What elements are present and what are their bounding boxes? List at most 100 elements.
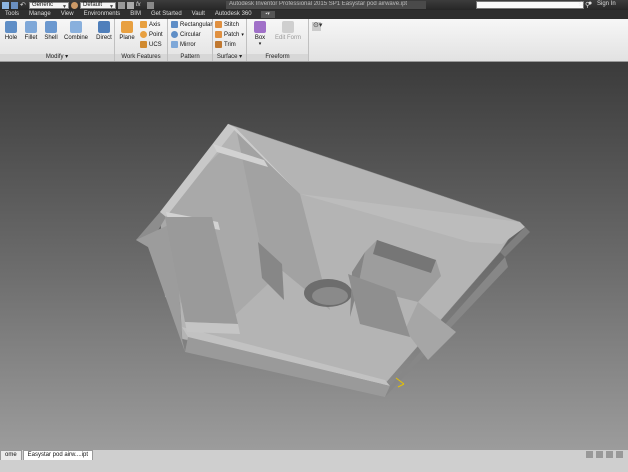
title-bar: ↶ Generic ▼ Default ▼ fx Autodesk Invent… bbox=[0, 0, 628, 10]
panel-options-icon[interactable]: ⊙▾ bbox=[313, 21, 327, 30]
ribbon-options-button[interactable]: ▪▾ bbox=[260, 11, 275, 18]
tab-home[interactable]: ome bbox=[0, 450, 22, 460]
rectangular-pattern-icon bbox=[171, 21, 178, 28]
edit-form-label: Edit Form bbox=[275, 35, 302, 41]
next-document-icon[interactable] bbox=[616, 451, 623, 458]
graphics-window[interactable] bbox=[0, 62, 628, 450]
surface-label-text: Surface bbox=[216, 54, 238, 60]
edit-form-button[interactable]: Edit Form bbox=[275, 21, 301, 41]
rectangular-label: Rectangular bbox=[180, 21, 213, 28]
ucs-label: UCS bbox=[149, 41, 162, 48]
circular-pattern-icon bbox=[171, 31, 178, 38]
tile-icon[interactable] bbox=[596, 451, 603, 458]
fillet-button[interactable]: Fillet bbox=[20, 21, 42, 41]
freeform-panel: Box ▾ Edit Form Freeform bbox=[247, 19, 309, 61]
fillet-icon bbox=[25, 21, 37, 33]
freeform-panel-label: Freeform bbox=[247, 54, 308, 61]
ucs-button[interactable]: UCS bbox=[140, 40, 162, 49]
hole-label: Hole bbox=[4, 35, 18, 41]
plane-label: Plane bbox=[119, 35, 135, 41]
appearance-value: Default bbox=[83, 2, 103, 8]
cutout-hole-inner bbox=[312, 287, 348, 305]
patch-button[interactable]: Patch ▾ bbox=[215, 30, 244, 39]
rectangular-button[interactable]: Rectangular bbox=[171, 20, 212, 29]
combine-label: Combine bbox=[63, 35, 88, 41]
work-features-panel-label: Work Features bbox=[115, 54, 167, 61]
undo-icon[interactable]: ↶ bbox=[20, 2, 27, 9]
modify-panel-label[interactable]: Modify ▾ bbox=[0, 54, 114, 61]
user-icon[interactable]: ● bbox=[588, 0, 592, 7]
home-icon[interactable] bbox=[2, 1, 9, 9]
pattern-panel-label: Pattern bbox=[168, 54, 212, 61]
app-title: Autodesk Inventor Professional 2015 SP1 … bbox=[226, 1, 426, 9]
modify-panel: Hole Fillet Shell Combine Direct Modify … bbox=[0, 19, 115, 61]
fx-icon[interactable]: fx bbox=[136, 2, 145, 9]
material-select[interactable]: Generic ▼ bbox=[29, 1, 69, 10]
fillet-label: Fillet bbox=[24, 35, 38, 41]
direct-button[interactable]: Direct bbox=[93, 21, 115, 41]
mirror-label: Mirror bbox=[180, 41, 196, 48]
measure-icon[interactable] bbox=[127, 1, 134, 9]
tab-view[interactable]: View bbox=[56, 10, 79, 19]
stitch-icon bbox=[215, 21, 222, 28]
sign-in-link[interactable]: Sign In bbox=[597, 1, 616, 7]
trim-button[interactable]: Trim bbox=[215, 40, 236, 49]
search-input[interactable] bbox=[476, 1, 584, 9]
tab-vault[interactable]: Vault bbox=[187, 10, 210, 19]
trim-icon bbox=[215, 41, 222, 48]
quick-access-toolbar: ↶ Generic ▼ Default ▼ fx bbox=[2, 1, 154, 10]
tab-document[interactable]: Easystar pod airw....ipt bbox=[22, 450, 94, 460]
ribbon-tabs: Tools Manage View Environments BIM Get S… bbox=[0, 10, 628, 19]
point-icon bbox=[140, 31, 147, 38]
stitch-label: Stitch bbox=[224, 21, 240, 28]
document-tabs: ome Easystar pod airw....ipt bbox=[0, 450, 94, 460]
trim-label: Trim bbox=[224, 41, 236, 48]
plane-button[interactable]: Plane bbox=[116, 21, 138, 41]
shell-button[interactable]: Shell bbox=[40, 21, 62, 41]
chevron-down-icon: ▼ bbox=[109, 3, 114, 10]
surface-panel-label[interactable]: Surface ▾ bbox=[213, 54, 246, 61]
circular-button[interactable]: Circular bbox=[171, 30, 201, 39]
point-button[interactable]: Point bbox=[140, 30, 163, 39]
stitch-button[interactable]: Stitch bbox=[215, 20, 239, 29]
tab-manage[interactable]: Manage bbox=[24, 10, 56, 19]
material-value: Generic bbox=[32, 2, 54, 8]
list-documents-icon[interactable] bbox=[606, 451, 613, 458]
mirror-button[interactable]: Mirror bbox=[171, 40, 196, 49]
modify-label-text: Modify bbox=[45, 54, 64, 60]
chevron-down-icon: ▾ bbox=[65, 54, 69, 60]
freeform-box-icon bbox=[254, 21, 266, 33]
star-icon[interactable]: ☆ bbox=[578, 0, 584, 8]
select-icon[interactable] bbox=[147, 1, 154, 9]
direct-label: Direct bbox=[96, 35, 112, 41]
shell-label: Shell bbox=[44, 35, 58, 41]
prev-document-icon[interactable] bbox=[586, 451, 593, 458]
box-button[interactable]: Box ▾ bbox=[249, 21, 271, 47]
hole-button[interactable]: Hole bbox=[0, 21, 22, 41]
pattern-panel: Rectangular Circular Mirror Pattern bbox=[168, 19, 213, 61]
left-pillar-front bbox=[185, 322, 240, 334]
axis-button[interactable]: Axis bbox=[140, 20, 160, 29]
patch-label: Patch bbox=[224, 31, 240, 38]
save-icon[interactable] bbox=[11, 1, 18, 9]
status-bar: ome Easystar pod airw....ipt bbox=[0, 450, 628, 472]
direct-icon bbox=[98, 21, 110, 33]
circular-label: Circular bbox=[180, 31, 201, 38]
edit-form-icon bbox=[282, 21, 294, 33]
tab-get-started[interactable]: Get Started bbox=[146, 10, 187, 19]
tab-bim[interactable]: BIM bbox=[125, 10, 146, 19]
model-view[interactable] bbox=[0, 62, 628, 450]
chevron-down-icon: ▼ bbox=[62, 3, 67, 10]
appearance-icon bbox=[71, 1, 78, 9]
appearance-select[interactable]: Default ▼ bbox=[80, 1, 116, 10]
tab-environments[interactable]: Environments bbox=[79, 10, 126, 19]
mirror-icon bbox=[171, 41, 178, 48]
tab-autodesk-360[interactable]: Autodesk 360 bbox=[210, 10, 257, 19]
update-icon[interactable] bbox=[118, 1, 125, 9]
axis-icon bbox=[140, 21, 147, 28]
combine-button[interactable]: Combine bbox=[63, 21, 89, 41]
combine-icon bbox=[70, 21, 82, 33]
work-features-panel: Plane Axis Point UCS Work Features bbox=[115, 19, 168, 61]
hole-icon bbox=[5, 21, 17, 33]
tab-tools[interactable]: Tools bbox=[0, 10, 24, 19]
